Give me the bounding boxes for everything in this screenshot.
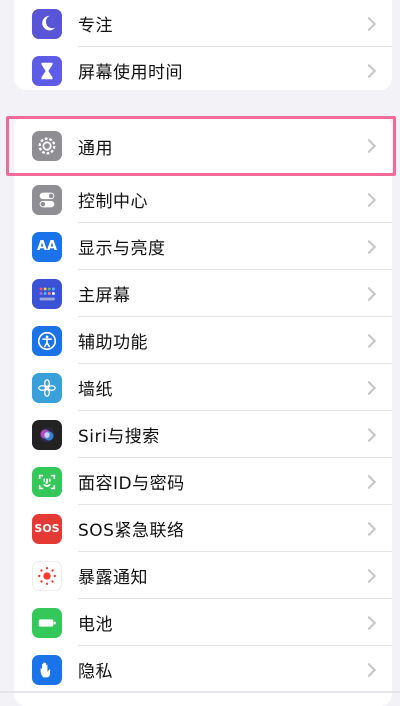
chevron-right-icon bbox=[361, 192, 377, 207]
settings-row-label: SOS紧急联络 bbox=[78, 521, 185, 541]
chevron-right-icon bbox=[361, 615, 377, 630]
settings-group-top: 专注 屏幕使用时间 bbox=[14, 0, 392, 90]
settings-row-label: 专注 bbox=[78, 16, 113, 36]
settings-row-general[interactable]: 通用 bbox=[14, 116, 392, 176]
settings-row-label: 辅助功能 bbox=[78, 333, 148, 353]
chevron-right-icon bbox=[361, 380, 377, 395]
settings-row-label: 控制中心 bbox=[78, 192, 148, 212]
settings-row-home-screen[interactable]: 主屏幕 bbox=[14, 270, 392, 317]
chevron-right-icon bbox=[361, 521, 377, 536]
chevron-right-icon bbox=[361, 568, 377, 583]
settings-row-label: 隐私 bbox=[78, 662, 113, 682]
settings-row-siri-search[interactable]: Siri与搜索 bbox=[14, 411, 392, 458]
settings-row-battery[interactable]: 电池 bbox=[14, 599, 392, 646]
settings-row-label: 通用 bbox=[78, 138, 113, 159]
settings-row-screen-time[interactable]: 屏幕使用时间 bbox=[14, 47, 392, 90]
settings-row-label: 屏幕使用时间 bbox=[78, 63, 183, 83]
chevron-right-icon bbox=[361, 333, 377, 348]
chevron-right-icon bbox=[361, 286, 377, 301]
chevron-right-icon bbox=[361, 474, 377, 489]
sos-icon: SOS bbox=[32, 513, 62, 544]
siri-icon bbox=[32, 419, 62, 450]
chevron-right-icon bbox=[361, 138, 377, 154]
battery-icon bbox=[32, 607, 62, 638]
settings-row-label: 主屏幕 bbox=[78, 286, 131, 306]
settings-row-control-center[interactable]: 控制中心 bbox=[14, 176, 392, 223]
settings-row-label: 墙纸 bbox=[78, 380, 113, 400]
hand-icon bbox=[32, 654, 62, 685]
flower-icon bbox=[32, 372, 62, 403]
toggle-icon bbox=[32, 184, 62, 215]
settings-row-exposure-notifications[interactable]: 暴露通知 bbox=[14, 552, 392, 599]
exposure-icon bbox=[32, 560, 62, 591]
chevron-right-icon bbox=[361, 427, 377, 442]
settings-row-label: Siri与搜索 bbox=[78, 427, 160, 447]
settings-row-label: 电池 bbox=[78, 615, 113, 635]
chevron-right-icon bbox=[361, 662, 377, 677]
settings-group-main: 通用 控制中心 AA 显示与亮度 主屏幕 辅助功能 墙纸 Siri与搜索 面容I… bbox=[14, 116, 392, 706]
moon-icon bbox=[32, 8, 62, 39]
settings-row-privacy[interactable]: 隐私 bbox=[14, 646, 392, 693]
settings-row-focus[interactable]: 专注 bbox=[14, 0, 392, 47]
face-id-icon bbox=[32, 466, 62, 497]
aa-icon: AA bbox=[32, 231, 62, 262]
home-grid-icon bbox=[32, 278, 62, 309]
settings-row-label: 显示与亮度 bbox=[78, 239, 166, 259]
chevron-right-icon bbox=[361, 239, 377, 254]
settings-row-label: 暴露通知 bbox=[78, 568, 148, 588]
settings-row-label: 面容ID与密码 bbox=[78, 474, 185, 494]
settings-row-emergency-sos[interactable]: SOS SOS紧急联络 bbox=[14, 505, 392, 552]
settings-row-wallpaper[interactable]: 墙纸 bbox=[14, 364, 392, 411]
hourglass-icon bbox=[32, 55, 62, 86]
gear-icon bbox=[32, 131, 62, 161]
settings-row-face-id-passcode[interactable]: 面容ID与密码 bbox=[14, 458, 392, 505]
chevron-right-icon bbox=[361, 63, 377, 78]
accessibility-icon bbox=[32, 325, 62, 356]
settings-row-accessibility[interactable]: 辅助功能 bbox=[14, 317, 392, 364]
chevron-right-icon bbox=[361, 16, 377, 31]
settings-row-display-brightness[interactable]: AA 显示与亮度 bbox=[14, 223, 392, 270]
